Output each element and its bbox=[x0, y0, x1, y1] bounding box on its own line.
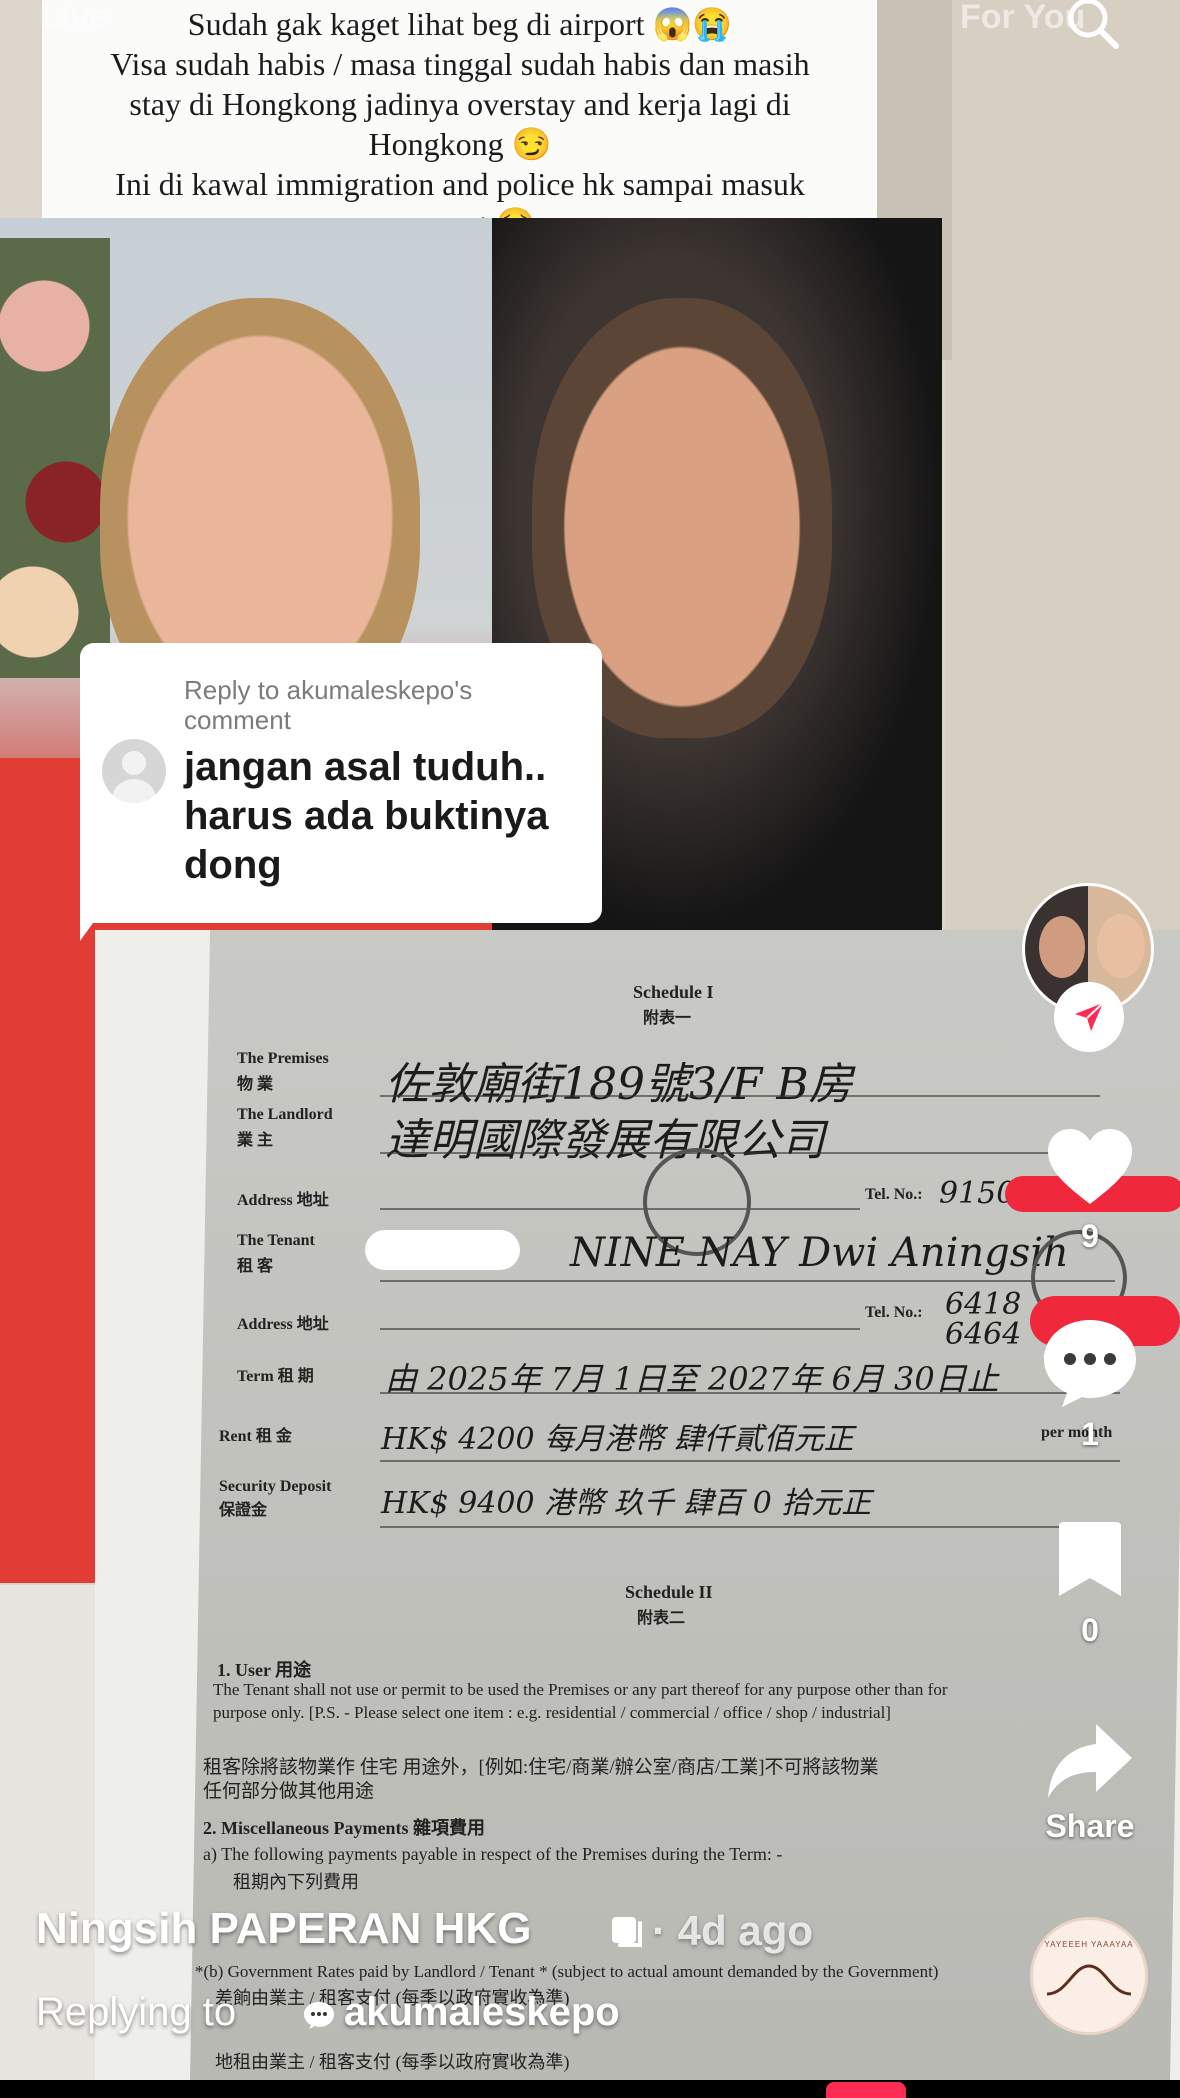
music-disc-icon[interactable]: YAYEEEH YAAAYAA bbox=[1030, 1917, 1148, 2035]
caption-line: Ini di kawal immigration and police hk s… bbox=[115, 166, 805, 202]
author-name[interactable]: Ningsih PAPERAN HKG bbox=[36, 1904, 531, 1960]
commenter-avatar bbox=[102, 739, 166, 803]
schedule2-title: Schedule II bbox=[625, 1582, 713, 1602]
form-line bbox=[380, 1095, 1100, 1097]
form-line bbox=[380, 1328, 860, 1330]
schedule1-cn: 附表一 bbox=[643, 1010, 692, 1027]
misc-a-cn: 租期內下列費用 bbox=[233, 1872, 359, 1892]
replying-to-user[interactable]: akumaleskepo bbox=[344, 1990, 620, 2035]
post-time: · 4d ago bbox=[652, 1907, 814, 1954]
tel-value: 9150 bbox=[939, 1176, 1016, 1211]
bookmark-icon bbox=[1059, 1522, 1121, 1596]
premises-label: The Premises bbox=[237, 1050, 329, 1067]
deposit-label: Security Deposit bbox=[219, 1478, 332, 1495]
like-count: 9 bbox=[1081, 1218, 1099, 1254]
premises-value: 佐敦廟街189號3/F B房 bbox=[385, 1059, 853, 1110]
form-line bbox=[380, 1460, 1120, 1462]
rent-label: Rent 租 金 bbox=[219, 1428, 292, 1445]
user-text: The Tenant shall not use or permit to be… bbox=[213, 1680, 948, 1699]
deposit-cn: 保證金 bbox=[219, 1502, 268, 1519]
address-label: Address 地址 bbox=[237, 1192, 329, 1209]
sound-wave bbox=[1046, 1964, 1132, 1996]
nav-create-button-edge[interactable] bbox=[826, 2082, 906, 2098]
like-button[interactable] bbox=[1040, 1122, 1140, 1212]
share-icon bbox=[1048, 1724, 1132, 1798]
misc-b: *(b) Government Rates paid by Landlord /… bbox=[195, 1962, 939, 1981]
reply-to-label: Reply to akumaleskepo's comment bbox=[184, 675, 473, 735]
misc-c-cn: 地租由業主 / 租客支付 (每季以政府實收為準) bbox=[215, 2052, 570, 2072]
heart-icon bbox=[1048, 1129, 1132, 1204]
tenant-value: NINE NAY Dwi Aningsih bbox=[570, 1230, 1069, 1276]
user-text2: purpose only. [P.S. - Please select one … bbox=[213, 1703, 891, 1722]
flowers-background bbox=[0, 238, 110, 678]
form-line bbox=[380, 1392, 1120, 1394]
tel2-label: Tel. No.: bbox=[865, 1304, 923, 1321]
comment-count: 1 bbox=[1081, 1416, 1099, 1452]
landlord-cn: 業 主 bbox=[237, 1132, 274, 1149]
bookmark-button[interactable] bbox=[1054, 1518, 1126, 1600]
follow-plus-icon bbox=[1075, 1002, 1104, 1031]
reply-comment-text: jangan asal tuduh.. harus ada buktinya d… bbox=[184, 745, 549, 887]
form-line bbox=[380, 1526, 1120, 1528]
reply-comment-sticker[interactable]: Reply to akumaleskepo's comment jangan a… bbox=[80, 643, 602, 923]
redaction-white bbox=[365, 1230, 520, 1270]
follow-button[interactable] bbox=[1054, 982, 1124, 1052]
tenant-cn: 租 客 bbox=[237, 1258, 274, 1275]
user-heading: 1. User 用途 bbox=[217, 1660, 312, 1680]
misc-a: a) The following payments payable in res… bbox=[203, 1844, 783, 1864]
comment-mini-icon bbox=[304, 2002, 334, 2029]
caption-line: Hongkong 😏 bbox=[368, 126, 552, 162]
form-line bbox=[380, 1280, 1115, 1282]
form-line bbox=[380, 1208, 860, 1210]
tenant-label: The Tenant bbox=[237, 1232, 315, 1249]
landlord-label: The Landlord bbox=[237, 1106, 333, 1123]
user-cn: 租客除將該物業作 住宅 用途外，[例如:住宅/商業/辦公室/商店/工業]不可將該… bbox=[203, 1757, 879, 1778]
caption-line: stay di Hongkong jadinya overstay and ke… bbox=[129, 86, 791, 122]
schedule2-cn: 附表二 bbox=[637, 1610, 686, 1627]
share-label: Share bbox=[1045, 1808, 1135, 1844]
user-cn2: 任何部分做其他用途 bbox=[203, 1781, 375, 1802]
premises-cn: 物 業 bbox=[237, 1076, 274, 1093]
search-icon[interactable] bbox=[1062, 0, 1122, 52]
replying-to-prefix: Replying to bbox=[36, 1990, 237, 2034]
rent-value: HK$ 4200 每月港幣 肆仟貳佰元正 bbox=[381, 1422, 854, 1457]
schedule1-title: Schedule I bbox=[633, 982, 714, 1002]
deposit-value: HK$ 9400 港幣 玖千 肆百 0 拾元正 bbox=[381, 1486, 872, 1521]
video-frame[interactable]: Sudah gak kaget lihat beg di airport 😱😭 … bbox=[0, 0, 1180, 2080]
comment-icon bbox=[1044, 1320, 1136, 1407]
caption-line: Visa sudah habis / masa tinggal sudah ha… bbox=[110, 46, 810, 82]
misc-heading: 2. Miscellaneous Payments 雜項費用 bbox=[203, 1818, 485, 1838]
share-button[interactable] bbox=[1044, 1718, 1136, 1802]
form-line bbox=[380, 1152, 1115, 1154]
bookmark-count: 0 bbox=[1081, 1612, 1099, 1648]
top-feed-tabs: Live For You bbox=[40, 0, 1090, 38]
tel-label: Tel. No.: bbox=[865, 1186, 923, 1203]
term-label: Term 租 期 bbox=[237, 1368, 314, 1385]
comment-button[interactable] bbox=[1036, 1312, 1144, 1412]
carousel-icon bbox=[612, 1917, 642, 1947]
bottom-nav-bar bbox=[0, 2080, 1180, 2098]
caption-text: Sudah gak kaget lihat beg di airport 😱😭 … bbox=[60, 4, 860, 244]
tab-live[interactable]: Live bbox=[40, 0, 108, 37]
landlord-value: 達明國際發展有限公司 bbox=[385, 1115, 825, 1166]
address2-label: Address 地址 bbox=[237, 1316, 329, 1333]
